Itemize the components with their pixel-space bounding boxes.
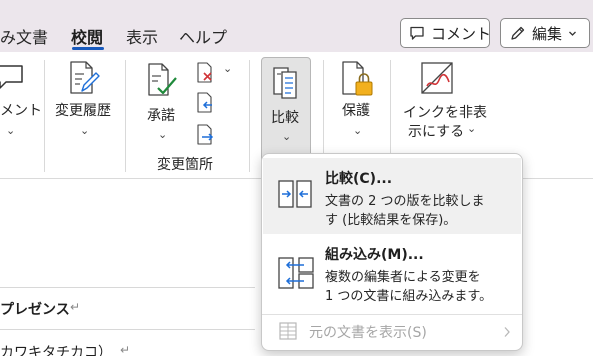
paragraph-mark: ↵ — [70, 300, 81, 314]
menu-separator — [262, 314, 522, 315]
track-changes-icon[interactable] — [68, 60, 102, 96]
protect-document-icon[interactable] — [339, 60, 375, 98]
editing-mode-label: 編集 — [532, 24, 563, 43]
comments-button-label: コメント — [431, 24, 492, 43]
comment-button-label[interactable]: メント — [0, 102, 42, 120]
table-border — [0, 287, 255, 288]
next-change-icon[interactable] — [196, 124, 216, 146]
source-grid-icon — [279, 322, 297, 340]
hide-ink-label-line2[interactable]: 示にする — [408, 123, 464, 141]
combine-menu-title: 組み込み(M)... — [325, 247, 424, 263]
group-separator — [249, 60, 250, 172]
tab-view[interactable]: 表示 — [126, 24, 158, 48]
ribbon-tab-bar: み文書 校閲 表示 ヘルプ コメント 編集 — [0, 0, 593, 52]
combine-menu-desc: 1 つの文書に組み込みます。 — [325, 289, 493, 304]
chevron-down-icon[interactable]: ⌄ — [80, 124, 89, 137]
pencil-icon — [511, 26, 525, 40]
document-text-line[interactable]: カワキタチカコ） — [0, 342, 112, 356]
chevron-down-icon[interactable]: ⌄ — [353, 124, 362, 137]
hide-ink-label-line1[interactable]: インクを非表 — [403, 104, 487, 122]
chevron-down-icon[interactable]: ⌄ — [223, 62, 232, 75]
document-text-line[interactable]: プレゼンス — [0, 299, 70, 319]
paragraph-mark: ↵ — [120, 343, 131, 356]
track-changes-label[interactable]: 変更履歴 — [55, 102, 111, 120]
comments-button[interactable]: コメント — [400, 18, 492, 48]
previous-change-icon[interactable] — [196, 92, 216, 114]
accept-label[interactable]: 承諾 — [147, 107, 175, 125]
tab-review[interactable]: 校閲 — [71, 24, 103, 48]
compare-menu-desc: す (比較結果を保存)。 — [325, 213, 457, 228]
group-separator — [44, 60, 45, 172]
menu-item-compare[interactable]: 比較(C)... 文書の 2 つの版を比較しま す (比較結果を保存)。 — [263, 158, 521, 234]
combine-menu-desc: 複数の編集者による変更を — [325, 270, 481, 285]
combine-icon — [278, 257, 314, 289]
chevron-down-icon[interactable]: ⌄ — [158, 128, 167, 141]
new-comment-icon[interactable] — [0, 62, 26, 92]
compare-dropdown-menu: 比較(C)... 文書の 2 つの版を比較しま す (比較結果を保存)。 組み込… — [261, 153, 523, 351]
hide-ink-icon[interactable] — [419, 60, 455, 96]
compare-menu-desc: 文書の 2 つの版を比較しま — [325, 194, 485, 209]
chevron-down-icon: ⌄ — [282, 130, 292, 143]
editing-mode-button[interactable]: 編集 — [500, 18, 590, 48]
chevron-down-icon — [569, 31, 576, 36]
active-tab-indicator — [72, 47, 104, 50]
comment-icon — [410, 26, 424, 40]
show-source-label: 元の文書を表示(S) — [309, 325, 427, 341]
tab-help[interactable]: ヘルプ — [179, 24, 227, 48]
accept-change-icon[interactable] — [146, 62, 180, 98]
compare-menu-title: 比較(C)... — [325, 171, 393, 187]
menu-item-combine[interactable]: 組み込み(M)... 複数の編集者による変更を 1 つの文書に組み込みます。 — [263, 238, 521, 314]
chevron-down-icon[interactable]: ⌄ — [6, 124, 15, 137]
compare-icon — [278, 180, 312, 208]
compare-label: 比較 — [271, 110, 299, 126]
compare-documents-icon — [273, 67, 297, 99]
menu-item-show-source: 元の文書を表示(S) — [263, 317, 521, 347]
reject-change-icon[interactable] — [196, 62, 216, 84]
table-border — [0, 329, 255, 330]
group-separator — [125, 60, 126, 172]
changes-group-label: 変更箇所 — [157, 157, 213, 173]
chevron-down-icon[interactable]: ⌄ — [467, 122, 476, 135]
chevron-right-icon — [504, 327, 510, 337]
protect-label[interactable]: 保護 — [342, 102, 370, 120]
tab-insert-docs[interactable]: み文書 — [0, 24, 48, 48]
